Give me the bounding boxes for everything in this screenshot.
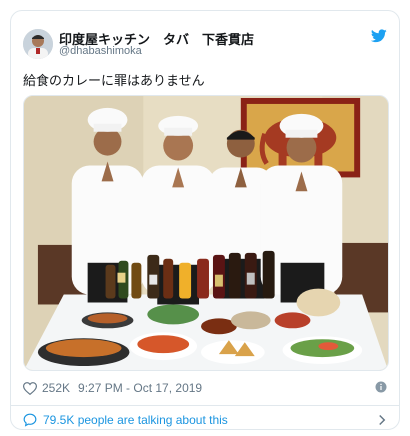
avatar[interactable] [23,29,53,59]
conversation-text[interactable]: 79.5K people are talking about this [43,413,228,427]
tweet-photo[interactable] [23,95,389,371]
like-count[interactable]: 252K [42,381,70,395]
tweet-card[interactable]: 印度屋キッチン タバ 下香貫店 @dhabashimoka 給食のカレーに罪はあ… [10,10,400,430]
speech-bubble-icon [23,413,37,427]
twitter-bird-icon[interactable] [371,29,387,43]
tweet-timestamp[interactable]: 9:27 PM - Oct 17, 2019 [78,381,202,395]
chevron-right-icon[interactable] [377,414,387,426]
user-handle[interactable]: @dhabashimoka [59,45,142,57]
heart-icon[interactable] [23,381,37,395]
tweet-meta: 252K 9:27 PM - Oct 17, 2019 [23,379,202,397]
conversation-link[interactable]: 79.5K people are talking about this [23,413,228,427]
info-icon[interactable] [375,381,387,393]
tweet-text: 給食のカレーに罪はありません [23,73,205,88]
divider [11,405,399,406]
